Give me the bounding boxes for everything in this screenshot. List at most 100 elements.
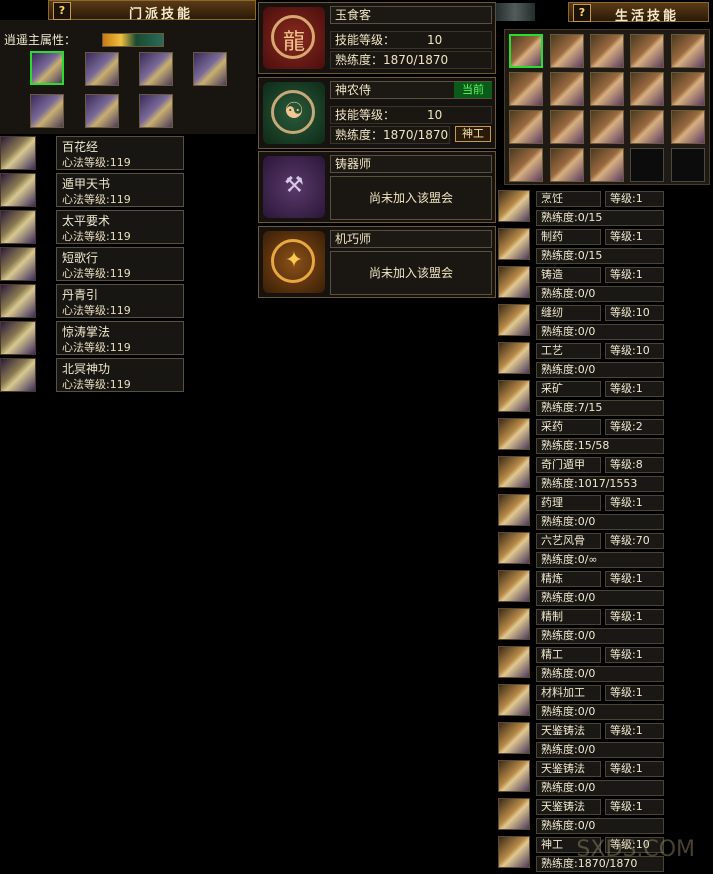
school-skill-row[interactable]: 短歌行 心法等级:119 xyxy=(56,247,184,281)
school-skill-row[interactable]: 太平要术 心法等级:119 xyxy=(56,210,184,244)
life-skill-row[interactable]: 六艺风骨 等级:70 熟练度:0/∞ xyxy=(496,532,670,570)
life-skill-proficiency: 熟练度:0/0 xyxy=(536,286,664,302)
life-skill-row[interactable]: 采矿 等级:1 熟练度:7/15 xyxy=(496,380,670,418)
school-skill-row[interactable]: 百花经 心法等级:119 xyxy=(56,136,184,170)
life-skill-row[interactable]: 制药 等级:1 熟练度:0/15 xyxy=(496,228,670,266)
life-skill-name: 天鉴铸法 xyxy=(536,723,601,739)
forge-emblem-icon: ⚒ xyxy=(263,156,325,218)
life-grid-casting-icon[interactable] xyxy=(590,34,624,68)
life-skill-row[interactable]: 工艺 等级:10 熟练度:0/0 xyxy=(496,342,670,380)
skill-level: 心法等级:119 xyxy=(62,304,131,317)
life-skill-proficiency: 熟练度:0/0 xyxy=(536,362,664,378)
tianjian-icon xyxy=(498,760,530,792)
life-skill-row[interactable]: 天鉴铸法 等级:1 熟练度:0/0 xyxy=(496,760,670,798)
life-grid-refine-icon[interactable] xyxy=(509,110,543,144)
life-skill-name: 缝纫 xyxy=(536,305,601,321)
life-skill-name: 制药 xyxy=(536,229,601,245)
school-skill-slot-1-icon[interactable] xyxy=(30,51,64,85)
life-grid-precise-icon[interactable] xyxy=(550,110,584,144)
shengong-icon xyxy=(498,836,530,868)
life-skill-level: 等级:70 xyxy=(605,533,664,549)
life-skill-name: 精炼 xyxy=(536,571,601,587)
school-skill-slot-7-icon[interactable] xyxy=(139,94,173,128)
school-skill-row[interactable]: 北冥神功 心法等级:119 xyxy=(56,358,184,392)
life-grid-cooking-icon[interactable] xyxy=(509,34,543,68)
life-grid-finework-icon[interactable] xyxy=(590,110,624,144)
life-skill-level: 等级:1 xyxy=(605,381,664,397)
school-skill-slot-3-icon[interactable] xyxy=(139,52,173,86)
life-skill-row[interactable]: 烹饪 等级:1 熟练度:0/15 xyxy=(496,190,670,228)
life-grid-sewing-icon[interactable] xyxy=(630,34,664,68)
skill-book-icon[interactable] xyxy=(0,247,36,281)
life-grid-liuyi-icon[interactable] xyxy=(671,72,705,106)
life-skill-row[interactable]: 天鉴铸法 等级:1 熟练度:0/0 xyxy=(496,722,670,760)
life-skill-name: 采矿 xyxy=(536,381,601,397)
tianjian-icon xyxy=(498,798,530,830)
life-skill-proficiency: 熟练度:7/15 xyxy=(536,400,664,416)
school-help-button[interactable]: ? xyxy=(53,2,71,20)
life-skill-row[interactable]: 天鉴铸法 等级:1 熟练度:0/0 xyxy=(496,798,670,836)
life-skill-name: 精工 xyxy=(536,647,601,663)
life-skill-proficiency: 熟练度:0/15 xyxy=(536,210,664,226)
life-skill-row[interactable]: 材料加工 等级:1 熟练度:0/0 xyxy=(496,684,670,722)
life-skill-level: 等级:10 xyxy=(605,305,664,321)
alliance-card-zhuqishi[interactable]: ⚒ 铸器师 尚未加入该盟会 xyxy=(258,151,496,223)
life-grid-qimen-icon[interactable] xyxy=(590,72,624,106)
school-skill-row[interactable]: 惊涛掌法 心法等级:119 xyxy=(56,321,184,355)
life-skill-row[interactable]: 奇门遁甲 等级:8 熟练度:1017/1553 xyxy=(496,456,670,494)
life-grid-tianjian2-icon[interactable] xyxy=(509,148,543,182)
skill-book-icon[interactable] xyxy=(0,321,36,355)
life-grid-tianjian-icon[interactable] xyxy=(671,110,705,144)
school-skill-row[interactable]: 遁甲天书 心法等级:119 xyxy=(56,173,184,207)
life-skill-row[interactable]: 精炼 等级:1 熟练度:0/0 xyxy=(496,570,670,608)
life-grid-tianjian3-icon[interactable] xyxy=(550,148,584,182)
life-skill-row[interactable]: 精制 等级:1 熟练度:0/0 xyxy=(496,608,670,646)
life-skill-level: 等级:1 xyxy=(605,571,664,587)
life-skill-row[interactable]: 缝纫 等级:10 熟练度:0/0 xyxy=(496,304,670,342)
life-grid-mining-icon[interactable] xyxy=(509,72,543,106)
alliance-card-yushike[interactable]: 龍 玉食客 技能等级： 10 熟练度：1870/1870 xyxy=(258,2,496,74)
skill-book-icon[interactable] xyxy=(0,136,36,170)
life-skill-level: 等级:1 xyxy=(605,191,664,207)
skill-book-icon[interactable] xyxy=(0,284,36,318)
life-grid-craft-icon[interactable] xyxy=(671,34,705,68)
alliance-not-joined: 尚未加入该盟会 xyxy=(330,251,492,295)
casting-icon xyxy=(498,266,530,298)
life-skill-row[interactable]: 采药 等级:2 熟练度:15/58 xyxy=(496,418,670,456)
life-skill-proficiency: 熟练度:0/0 xyxy=(536,780,664,796)
school-skill-slot-6-icon[interactable] xyxy=(85,94,119,128)
watermark: SXDS.COM xyxy=(576,837,695,862)
life-grid-medicine-icon[interactable] xyxy=(550,34,584,68)
school-skill-slot-4-icon[interactable] xyxy=(193,52,227,86)
life-grid-herb-icon[interactable] xyxy=(550,72,584,106)
life-skill-level: 等级:1 xyxy=(605,229,664,245)
life-skills-title: 生活技能 xyxy=(615,9,680,24)
skill-book-icon[interactable] xyxy=(0,358,36,392)
skill-book-icon[interactable] xyxy=(0,210,36,244)
life-grid-material-icon[interactable] xyxy=(630,110,664,144)
school-skill-slot-5-icon[interactable] xyxy=(30,94,64,128)
life-skill-level: 等级:8 xyxy=(605,457,664,473)
life-grid-pharmacy-icon[interactable] xyxy=(630,72,664,106)
skill-name: 太平要术 xyxy=(62,214,111,228)
life-skill-row[interactable]: 药理 等级:1 熟练度:0/0 xyxy=(496,494,670,532)
alliance-name: 玉食客 xyxy=(330,6,492,24)
life-skill-row[interactable]: 铸造 等级:1 熟练度:0/0 xyxy=(496,266,670,304)
life-skill-name: 铸造 xyxy=(536,267,601,283)
life-skill-level: 等级:10 xyxy=(605,343,664,359)
life-skill-row[interactable]: 精工 等级:1 熟练度:0/0 xyxy=(496,646,670,684)
school-skills-panel: ? 门派技能 逍遥主属性： xyxy=(0,0,256,134)
life-help-button[interactable]: ? xyxy=(573,4,591,22)
shengong-button[interactable]: 神工 xyxy=(455,126,491,142)
alliance-card-shennongshi[interactable]: ☯ 神农侍 当前 技能等级： 10 熟练度：1870/1870 神工 xyxy=(258,77,496,149)
alliance-proficiency: 熟练度：1870/1870 xyxy=(330,51,492,69)
life-grid-shengong-icon[interactable] xyxy=(590,148,624,182)
life-skill-level: 等级:1 xyxy=(605,609,664,625)
school-skill-row[interactable]: 丹青引 心法等级:119 xyxy=(56,284,184,318)
skill-book-icon[interactable] xyxy=(0,173,36,207)
alliance-proficiency: 熟练度：1870/1870 xyxy=(330,126,450,144)
finework-icon xyxy=(498,646,530,678)
alliance-card-jiqiaoshi[interactable]: ✦ 机巧师 尚未加入该盟会 xyxy=(258,226,496,298)
life-skill-proficiency: 熟练度:0/0 xyxy=(536,324,664,340)
school-skill-slot-2-icon[interactable] xyxy=(85,52,119,86)
